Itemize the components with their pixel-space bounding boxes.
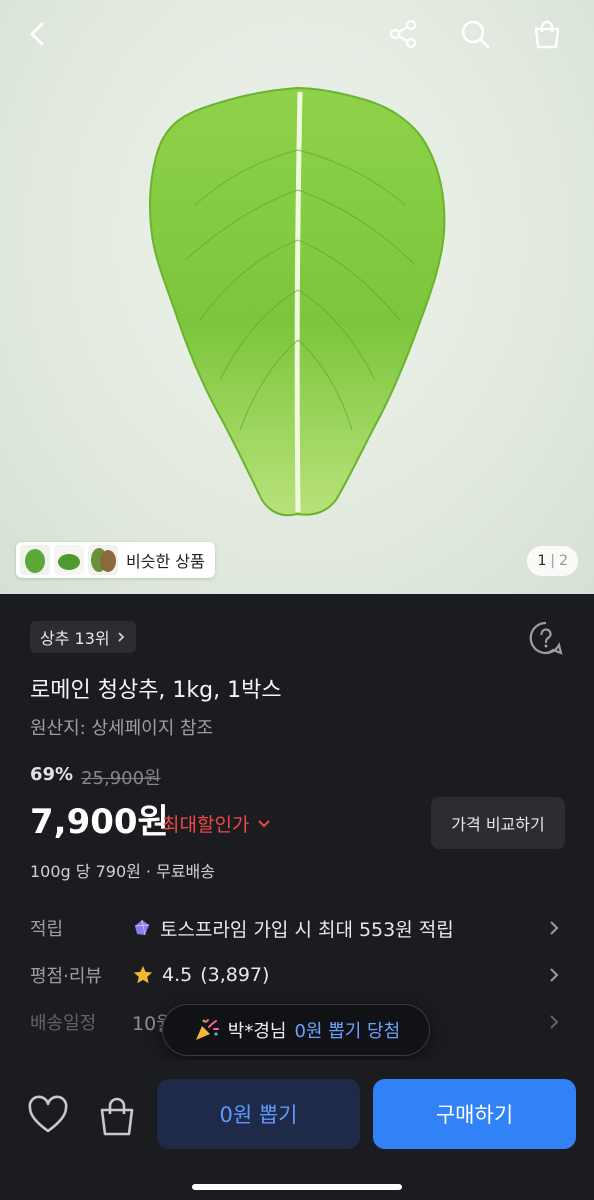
sale-price: 7,900원 — [30, 802, 169, 842]
max-discount-toggle[interactable]: 최대할인가 — [162, 810, 271, 837]
chevron-right-icon — [550, 921, 559, 935]
search-button[interactable] — [453, 12, 497, 56]
rank-label: 상추 13위 — [40, 629, 110, 648]
similar-product-thumbnail — [20, 545, 50, 575]
cart-button[interactable] — [525, 12, 569, 56]
prime-gem-icon — [134, 919, 150, 936]
star-icon — [133, 965, 153, 984]
total-pages: 2 — [559, 553, 568, 569]
category-rank-badge[interactable]: 상추 13위 — [30, 621, 136, 653]
current-page: 1 — [537, 553, 547, 569]
unit-price-shipping: 100g 당 790원 · 무료배송 — [30, 862, 215, 881]
chevron-down-icon — [258, 819, 271, 827]
similar-product-thumbnail — [88, 545, 118, 575]
chevron-right-icon — [550, 968, 559, 982]
similar-products-chip[interactable]: 비슷한 상품 — [16, 542, 215, 578]
toast-highlight: 0원 뽑기 당첨 — [294, 1021, 401, 1042]
toast-user-name: 박*경님 — [227, 1021, 287, 1042]
product-image-gallery[interactable]: 비슷한 상품 1 | 2 — [0, 0, 594, 594]
shopping-bag-icon[interactable] — [95, 1094, 139, 1138]
rating-review-row[interactable]: 평점·리뷰 4.5 (3,897) — [30, 959, 564, 991]
shopping-bag-icon — [534, 20, 560, 49]
winner-toast: 박*경님 0원 뽑기 당첨 — [162, 1004, 430, 1056]
chevron-left-icon — [30, 22, 44, 46]
points-row[interactable]: 적립 토스프라임 가입 시 최대 553원 적립 — [30, 912, 564, 944]
review-count: (3,897) — [200, 964, 270, 986]
similar-product-thumbnail — [54, 545, 84, 575]
rating-label: 평점·리뷰 — [30, 966, 102, 987]
chevron-right-icon — [117, 632, 124, 642]
home-indicator — [192, 1184, 402, 1190]
zero-won-draw-button[interactable]: 0원 뽑기 — [157, 1079, 360, 1149]
buy-button[interactable]: 구매하기 — [373, 1079, 576, 1149]
max-discount-label: 최대할인가 — [162, 814, 250, 836]
page-separator: | — [550, 553, 556, 569]
lettuce-product-image — [149, 86, 446, 517]
product-origin: 원산지: 상세페이지 참조 — [30, 718, 214, 739]
discount-row: 69% 25,900원 — [30, 764, 161, 790]
rating-score: 4.5 — [162, 964, 193, 986]
help-icon[interactable] — [528, 620, 564, 656]
price-compare-button[interactable]: 가격 비교하기 — [431, 797, 565, 849]
similar-products-label: 비슷한 상품 — [126, 552, 205, 571]
back-button[interactable] — [16, 12, 60, 56]
points-label: 적립 — [30, 919, 64, 940]
search-icon — [461, 20, 490, 49]
share-icon — [389, 19, 417, 49]
delivery-label: 배송일정 — [30, 1013, 97, 1034]
heart-icon[interactable] — [26, 1094, 70, 1138]
original-price: 25,900원 — [81, 768, 161, 789]
bottom-action-bar: 0원 뽑기 구매하기 — [0, 1060, 594, 1200]
discount-rate: 69% — [30, 764, 74, 785]
share-button[interactable] — [381, 12, 425, 56]
points-value: 토스프라임 가입 시 최대 553원 적립 — [160, 918, 454, 941]
chevron-right-icon — [550, 1015, 559, 1029]
product-title: 로메인 청상추, 1kg, 1박스 — [30, 678, 282, 703]
party-popper-icon — [195, 1019, 219, 1040]
image-page-indicator: 1 | 2 — [527, 546, 578, 576]
